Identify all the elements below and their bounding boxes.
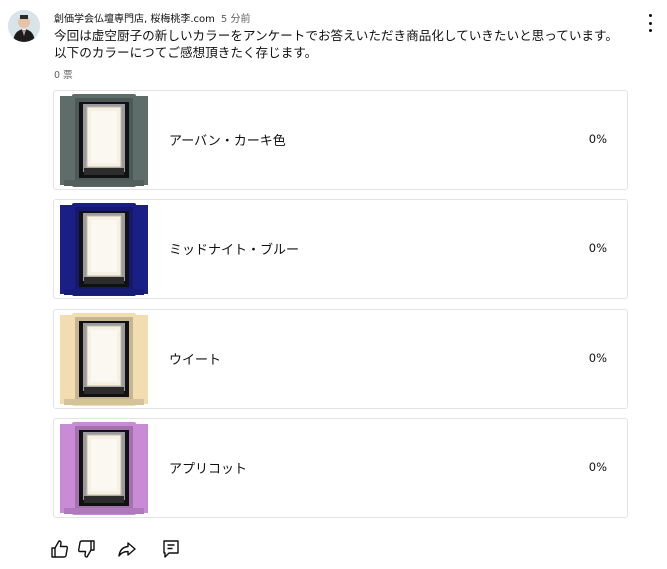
poll-option-percent: 0% — [588, 460, 607, 474]
poll-option-label: アーバン・カーキ色 — [169, 134, 286, 149]
altar-image — [60, 94, 148, 187]
share-icon[interactable] — [116, 538, 138, 560]
post-time[interactable]: 5 分前 — [221, 14, 251, 25]
author-name[interactable]: 創価学会仏壇専門店, 桜梅桃李.com — [54, 14, 215, 25]
vote-count: 0 票 — [54, 70, 73, 81]
post-text-line: 今回は虚空厨子の新しいカラーをアンケートでお答えいただき商品化していきたいと思っ… — [54, 28, 618, 43]
post-text: 今回は虚空厨子の新しいカラーをアンケートでお答えいただき商品化していきたいと思っ… — [54, 27, 654, 61]
poll-option[interactable]: アプリコット 0% — [53, 418, 628, 518]
poll-option-percent: 0% — [588, 132, 607, 146]
thumbs-up-icon[interactable] — [49, 538, 71, 560]
avatar[interactable] — [8, 10, 40, 42]
post-header: 創価学会仏壇専門店, 桜梅桃李.com 5 分前 — [54, 10, 250, 25]
poll-option[interactable]: アーバン・カーキ色 0% — [53, 90, 628, 190]
poll-option-percent: 0% — [588, 241, 607, 255]
poll-option-percent: 0% — [588, 351, 607, 365]
poll-option-label: アプリコット — [169, 462, 248, 477]
altar-image — [60, 313, 148, 406]
poll-option[interactable]: ミッドナイト・ブルー 0% — [53, 199, 628, 299]
altar-image — [60, 422, 148, 515]
poll-option-label: ウイート — [169, 353, 222, 368]
poll-option-label: ミッドナイト・ブルー — [169, 243, 300, 258]
poll-option[interactable]: ウイート 0% — [53, 309, 628, 409]
avatar-photo — [8, 10, 40, 42]
post-text-line: 以下のカラーにつてご感想頂きたく存じます。 — [54, 45, 318, 60]
altar-image — [60, 203, 148, 296]
reply-icon[interactable] — [160, 538, 182, 560]
thumbs-down-icon[interactable] — [75, 538, 97, 560]
